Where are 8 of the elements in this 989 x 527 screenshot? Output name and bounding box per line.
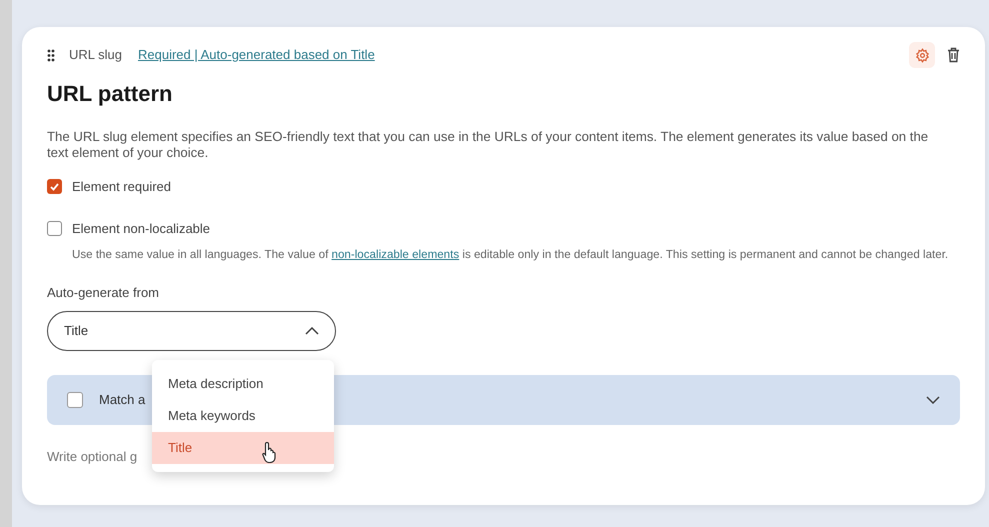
element-type-label: URL slug: [69, 46, 122, 64]
section-title: URL pattern: [47, 80, 174, 108]
checkbox-label: Element required: [72, 178, 171, 196]
help-text: Use the same value in all languages. The value of non-localizable elements is editable only in the default language. This setting is permanent and cannot be changed later.: [72, 247, 950, 263]
panel-label: Match a: [99, 391, 146, 410]
checkbox-label: Element non-localizable: [72, 220, 210, 238]
field-label: Auto-generate from: [47, 284, 160, 302]
description-text: The URL slug element specifies an SEO-friendly text that you can use in the URLs of your content items. The element generates its value based on the text element of your choice.: [47, 129, 930, 161]
